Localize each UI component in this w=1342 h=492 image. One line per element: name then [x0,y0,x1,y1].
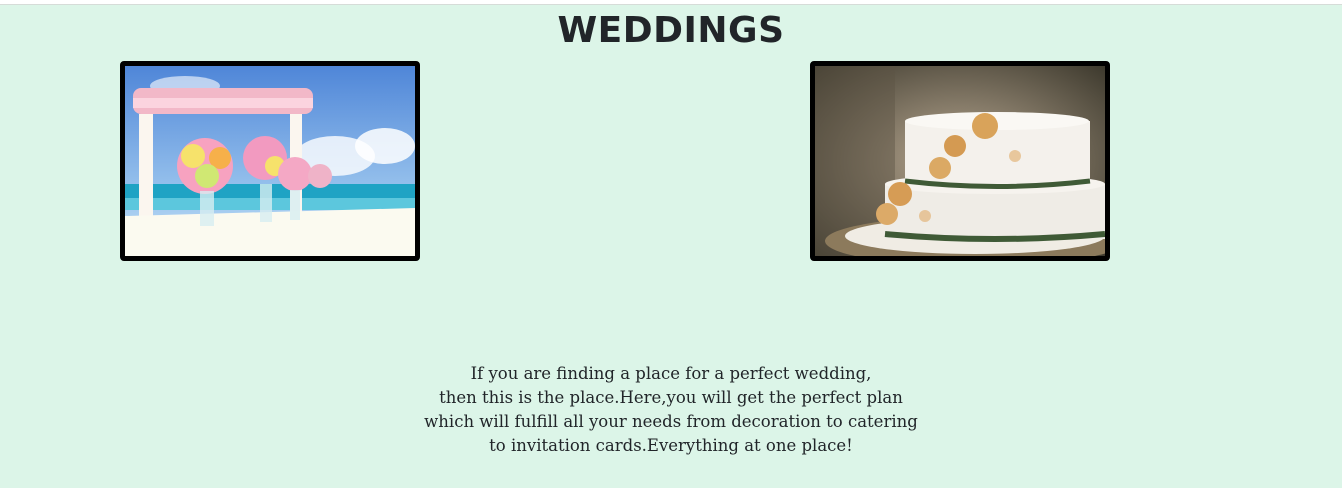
weddings-section: WEDDINGS If you are finding a place for … [0,4,1342,488]
wedding-description: If you are finding a place for a perfect… [0,362,1342,458]
description-line: then this is the place.Here,you will get… [439,388,903,407]
page-title: WEDDINGS [557,10,785,51]
description-line: If you are finding a place for a perfect… [470,364,872,383]
wedding-cake-image [810,61,1110,261]
description-line: to invitation cards.Everything at one pl… [489,436,853,455]
description-line: which will fulfill all your needs from d… [424,412,918,431]
beach-wedding-table-image [120,61,420,261]
